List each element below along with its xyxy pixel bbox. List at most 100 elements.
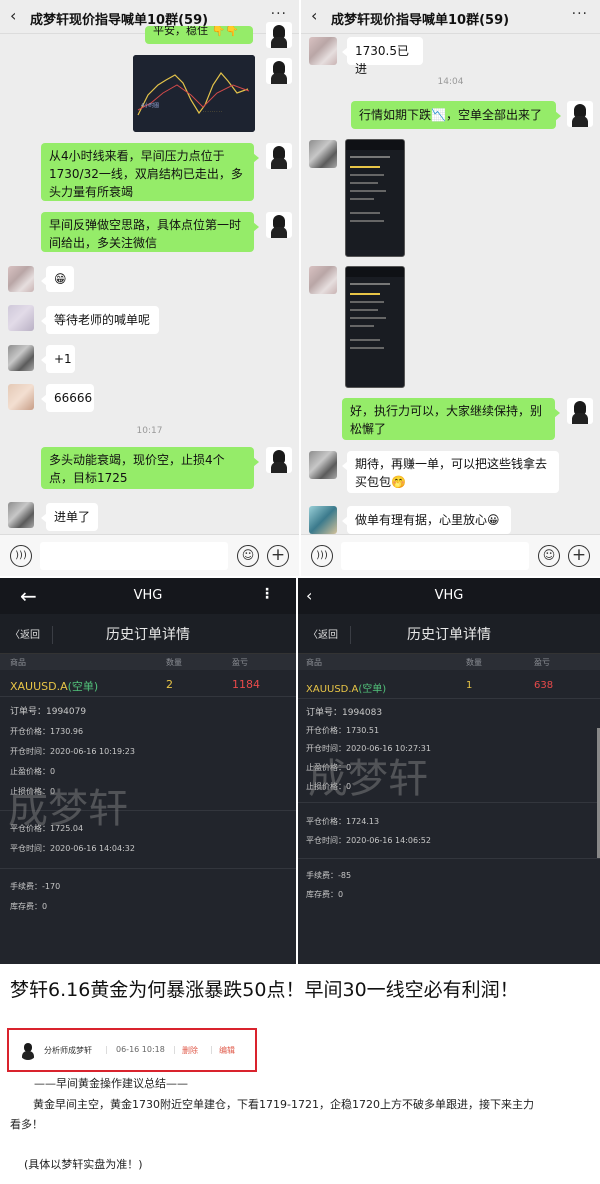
edit-link[interactable]: 编辑	[219, 1045, 235, 1056]
order-number: 订单号：1994079	[10, 707, 87, 717]
watermark: 成梦轩	[8, 786, 128, 832]
order-qty: 1	[466, 680, 473, 691]
chevron-left-icon[interactable]: ‹	[311, 6, 317, 25]
order-qty: 2	[166, 678, 173, 691]
message-input[interactable]	[341, 542, 529, 570]
swap-fee: 库存费：0	[306, 890, 344, 899]
symbol-code: XAUUSD.A	[10, 680, 68, 693]
avatar[interactable]	[266, 143, 292, 169]
message-input[interactable]	[40, 542, 228, 570]
message-bubble: 66666	[41, 384, 94, 412]
order-pnl: 1184	[232, 678, 260, 691]
order-number: 订单号：1994083	[306, 708, 383, 718]
message-bubble: 早间反弹做空思路，具体点位第一时间给出，多关注微信	[41, 212, 259, 252]
order-detail-panel-left: ← VHG ⋮ 〈返回 历史订单详情 商品 数量 盈亏 XAUUSD.A(空单)…	[0, 578, 296, 964]
message-bubble: 平安，稳住 👇👇	[145, 26, 253, 44]
divider	[0, 868, 296, 869]
chat-header: ‹ 成梦轩现价指导喊单10群(59) ···	[301, 0, 600, 34]
column-header-pnl: 盈亏	[232, 658, 248, 667]
chevron-left-icon[interactable]: ‹	[10, 6, 16, 25]
avatar[interactable]	[8, 305, 34, 331]
message-bubble: 😁	[41, 266, 74, 292]
article-footer: (具体以梦轩实盘为准！)	[24, 1158, 143, 1171]
chat-input-bar: ))) ☺ +	[301, 534, 600, 576]
screenshot-thumbnail-graphic	[346, 140, 404, 222]
symbol-label: XAUUSD.A(空单)	[10, 678, 98, 694]
order-direction: (空单)	[67, 680, 99, 693]
order-detail-panel-right: ‹ VHG 〈返回 历史订单详情 商品 数量 盈亏 XAUUSD.A(空单) 1…	[298, 578, 600, 964]
message-bubble: 好，执行力可以，大家继续保持，别松懈了	[342, 398, 560, 440]
divider	[298, 698, 600, 699]
message-bubble: 多头动能衰竭，现价空，止损4个点，目标1725	[41, 447, 259, 489]
avatar[interactable]	[266, 58, 292, 84]
table-header: 商品 数量 盈亏	[298, 654, 600, 670]
avatar[interactable]	[8, 345, 34, 371]
divider	[0, 696, 296, 697]
publish-time: 06-16 10:18	[116, 1045, 165, 1054]
article-subtitle: ——早间黄金操作建议总结——	[34, 1077, 188, 1090]
close-time: 平仓时间：2020-06-16 14:06:52	[306, 836, 431, 845]
author-name[interactable]: 分析师成梦轩	[44, 1045, 92, 1056]
column-header-product: 商品	[306, 658, 322, 667]
timestamp: 14:04	[437, 77, 464, 87]
separator: |	[210, 1045, 213, 1054]
avatar[interactable]	[567, 101, 593, 127]
chart-image-thumbnail[interactable]: 4小时图 · · · · · · · · ·	[133, 55, 255, 132]
symbol-code: XAUUSD.A	[306, 684, 359, 695]
message-bubble: 行情如期下跌📉，空单全部出来了	[351, 101, 561, 129]
open-time: 开仓时间：2020-06-16 10:19:23	[10, 747, 135, 756]
timestamp: 10:17	[136, 426, 163, 436]
chat-panel-left: ‹ 成梦轩现价指导喊单10群(59) ··· 平安，稳住 👇👇 4小时图 · ·…	[0, 0, 299, 576]
open-price: 开仓价格：1730.96	[10, 727, 84, 736]
app-title: VHG	[434, 588, 464, 603]
svg-text:4小时图: 4小时图	[141, 102, 159, 109]
avatar[interactable]	[309, 506, 337, 534]
avatar[interactable]	[8, 384, 34, 410]
page-title: 历史订单详情	[106, 627, 190, 643]
page-header: 〈返回 历史订单详情	[0, 614, 296, 654]
message-bubble: +1	[41, 345, 75, 373]
page-header: 〈返回 历史订单详情	[298, 614, 600, 654]
fee: 手续费：-170	[10, 882, 61, 891]
avatar[interactable]	[309, 140, 337, 168]
avatar[interactable]	[567, 398, 593, 424]
app-header: ‹ VHG	[298, 578, 600, 614]
column-header-pnl: 盈亏	[534, 658, 550, 667]
article-meta-highlight: 分析师成梦轩 | 06-16 10:18 | 删除 | 编辑	[7, 1028, 257, 1072]
plus-icon[interactable]: +	[568, 545, 590, 567]
svg-text:· · · · · · · · ·: · · · · · · · · ·	[203, 110, 222, 114]
symbol-label: XAUUSD.A(空单)	[306, 680, 386, 695]
voice-icon[interactable]: )))	[10, 545, 32, 567]
avatar[interactable]	[309, 451, 337, 479]
avatar[interactable]	[309, 37, 337, 65]
message-bubble: 从4小时线来看，早间压力点位于1730/32一线，双肩结构已走出，多头力量有所衰…	[41, 143, 259, 201]
watermark: 成梦轩	[308, 756, 428, 802]
chat-input-bar: ))) ☺ +	[0, 534, 299, 576]
avatar[interactable]	[8, 266, 34, 292]
message-bubble: 进单了	[41, 503, 98, 531]
separator: |	[105, 1045, 108, 1054]
screenshot-image-thumbnail[interactable]	[345, 266, 405, 388]
article: 梦轩6.16黄金为何暴涨暴跌50点！早间30一线空必有利润！ 分析师成梦轩 | …	[0, 964, 557, 1184]
table-header: 商品 数量 盈亏	[0, 654, 296, 670]
avatar[interactable]	[266, 22, 292, 48]
emoji-icon[interactable]: ☺	[237, 545, 259, 567]
voice-icon[interactable]: )))	[311, 545, 333, 567]
chat-panel-right: ‹ 成梦轩现价指导喊单10群(59) ··· 1730.5已进 14:04 行情…	[301, 0, 600, 576]
avatar[interactable]	[309, 266, 337, 294]
avatar[interactable]	[266, 447, 292, 473]
delete-link[interactable]: 删除	[182, 1045, 198, 1056]
author-avatar[interactable]	[19, 1042, 37, 1060]
avatar[interactable]	[8, 502, 34, 528]
plus-icon[interactable]: +	[267, 545, 289, 567]
more-dots-icon[interactable]: ···	[572, 6, 588, 22]
more-dots-icon[interactable]: ···	[271, 6, 287, 22]
message-bubble: 等待老师的喊单呢	[41, 306, 159, 334]
screenshot-image-thumbnail[interactable]	[345, 139, 405, 257]
emoji-icon[interactable]: ☺	[538, 545, 560, 567]
screenshot-thumbnail-graphic	[346, 267, 404, 349]
avatar[interactable]	[266, 212, 292, 238]
blank-area	[557, 964, 600, 1184]
chat-title: 成梦轩现价指导喊单10群(59)	[331, 13, 510, 28]
more-vertical-icon[interactable]: ⋮	[260, 586, 274, 602]
